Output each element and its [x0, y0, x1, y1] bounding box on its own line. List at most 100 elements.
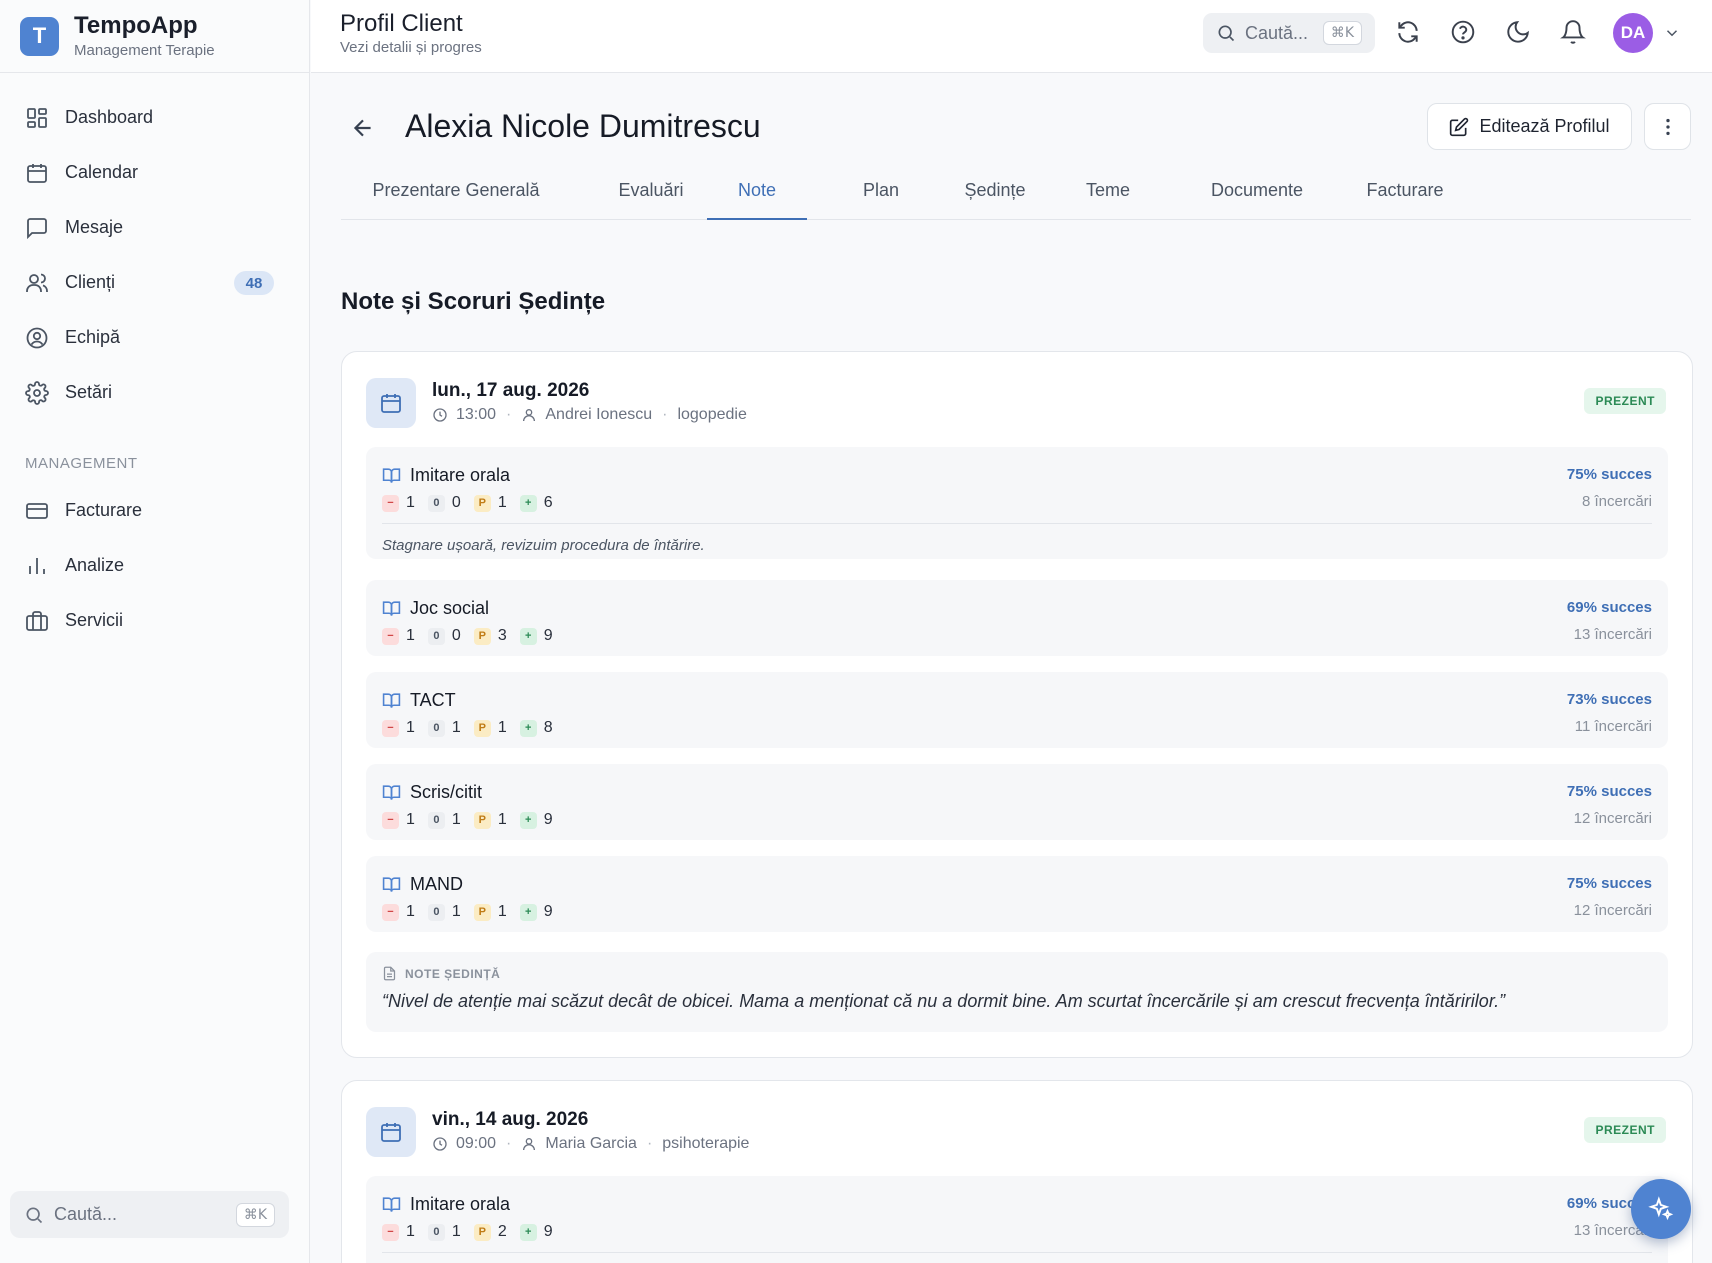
- session-notes-text: “Nivel de atenție mai scăzut decât de ob…: [382, 991, 1506, 1011]
- exercise-name: Joc social: [410, 598, 490, 618]
- sidebar-item-billing[interactable]: Facturare: [0, 483, 309, 538]
- score-count-plus: 6: [543, 494, 553, 511]
- sparkles-icon: [1648, 1196, 1674, 1221]
- score-count-zero: 0: [451, 494, 461, 511]
- tab-evaluations[interactable]: Evaluări: [591, 178, 711, 220]
- exercise-row: Joc social −1 00 P3 +9 69% succes 13 înc…: [366, 580, 1668, 656]
- divider: [382, 523, 1652, 524]
- gear-icon: [25, 380, 49, 405]
- profile-tabs: Prezentare Generală Evaluări Note Plan Ș…: [341, 178, 1691, 220]
- success-rate: 75% succes: [1566, 875, 1652, 892]
- tab-notes[interactable]: Note: [707, 178, 807, 220]
- exercise-title: MAND: [382, 874, 463, 895]
- score-chip-prompt: P: [473, 903, 491, 921]
- calendar-icon: [381, 1123, 401, 1142]
- success-rate: 73% succes: [1566, 691, 1652, 708]
- topbar: Profil Client Vezi detalii și progres Ca…: [311, 0, 1712, 73]
- session-meta: 13:00 · Andrei Ionescu · logopedie: [432, 406, 747, 424]
- user-icon: [523, 409, 536, 422]
- exercise-name: MAND: [410, 874, 463, 894]
- sidebar-item-messages[interactable]: Mesaje: [0, 200, 309, 255]
- score-chip-zero: 0: [427, 719, 445, 737]
- exercise-title: Scris/citit: [382, 782, 482, 803]
- refresh-icon[interactable]: [1395, 19, 1421, 45]
- document-icon: [383, 966, 396, 981]
- success-rate: 75% succes: [1566, 466, 1652, 483]
- score-chip-zero: 0: [427, 811, 445, 829]
- calendar-icon: [381, 394, 401, 413]
- score-count-prompt: 3: [497, 627, 507, 644]
- tab-sessions[interactable]: Ședințe: [935, 178, 1055, 220]
- session-card: vin., 14 aug. 2026 09:00 · Maria Garcia …: [341, 1080, 1693, 1263]
- sidebar-item-clients[interactable]: Clienți 48: [0, 255, 309, 310]
- sidebar-search[interactable]: Caută... ⌘K: [10, 1191, 289, 1238]
- back-arrow-icon[interactable]: [350, 115, 376, 141]
- score-count-minus: 1: [406, 627, 415, 644]
- exercise-title: Imitare orala: [382, 465, 510, 486]
- score-count-zero: 1: [451, 811, 461, 828]
- sidebar-item-label: Mesaje: [65, 217, 124, 237]
- score-count-plus: 9: [543, 811, 553, 828]
- score-chip-minus: −: [382, 903, 399, 921]
- session-time: 13:00: [456, 406, 497, 423]
- page-subtitle: Vezi detalii și progres: [340, 39, 482, 56]
- score-chip-prompt: P: [473, 494, 491, 512]
- sidebar-item-settings[interactable]: Setări: [0, 365, 309, 420]
- moon-icon[interactable]: [1505, 19, 1531, 45]
- meta-separator: ·: [662, 406, 668, 423]
- user-icon: [523, 1138, 536, 1151]
- avatar[interactable]: DA: [1613, 13, 1653, 53]
- tab-homework[interactable]: Teme: [1058, 178, 1158, 220]
- session-date: lun., 17 aug. 2026: [432, 380, 590, 401]
- sidebar-item-services[interactable]: Servicii: [0, 593, 309, 648]
- session-calendar-badge: [366, 378, 416, 428]
- sidebar-search-placeholder: Caută...: [54, 1204, 118, 1224]
- bell-icon[interactable]: [1560, 19, 1586, 45]
- search-icon: [26, 1207, 43, 1223]
- score-count-minus: 1: [406, 719, 415, 736]
- exercise-title: TACT: [382, 690, 456, 711]
- book-icon: [382, 1197, 401, 1212]
- tab-plan[interactable]: Plan: [831, 178, 931, 220]
- score-count-prompt: 1: [497, 719, 507, 736]
- status-badge: PREZENT: [1584, 388, 1666, 414]
- score-count-prompt: 1: [497, 903, 507, 920]
- exercise-title: Imitare orala: [382, 1194, 510, 1215]
- attempts-count: 12 încercări: [1573, 902, 1652, 919]
- session-therapist: Andrei Ionescu: [545, 406, 653, 423]
- more-options-button[interactable]: [1644, 103, 1691, 150]
- book-icon: [382, 601, 401, 616]
- score-chip-prompt: P: [473, 627, 491, 645]
- sidebar-item-dashboard[interactable]: Dashboard: [0, 90, 309, 145]
- sidebar-item-label: Echipă: [65, 327, 121, 347]
- edit-profile-label: Editează Profilul: [1479, 116, 1610, 136]
- exercise-scores: −1 00 P3 +9: [382, 627, 566, 645]
- score-chip-zero: 0: [427, 903, 445, 921]
- sidebar-item-label: Facturare: [65, 500, 143, 520]
- sidebar-section-management: MANAGEMENT: [25, 454, 138, 472]
- brand-logo: T: [20, 16, 59, 56]
- exercise-name: Imitare orala: [410, 465, 511, 485]
- tab-overview[interactable]: Prezentare Generală: [341, 178, 571, 220]
- help-icon[interactable]: [1450, 19, 1476, 45]
- session-header: lun., 17 aug. 2026 13:00 · Andrei Ionesc…: [342, 352, 1692, 448]
- tab-documents[interactable]: Documente: [1177, 178, 1337, 220]
- ai-assistant-button[interactable]: [1631, 1179, 1691, 1239]
- score-count-zero: 1: [451, 719, 461, 736]
- session-time: 09:00: [456, 1135, 497, 1152]
- search-input[interactable]: Caută... ⌘K: [1203, 13, 1375, 53]
- brand[interactable]: T TempoApp Management Terapie: [0, 0, 309, 73]
- sidebar-item-analytics[interactable]: Analize: [0, 538, 309, 593]
- edit-profile-button[interactable]: Editează Profilul: [1427, 103, 1632, 150]
- score-count-plus: 9: [543, 627, 553, 644]
- search-shortcut: ⌘K: [235, 1202, 275, 1227]
- chevron-down-icon[interactable]: [1663, 24, 1681, 42]
- sidebar-item-team[interactable]: Echipă: [0, 310, 309, 365]
- score-chip-zero: 0: [427, 494, 445, 512]
- exercise-scores: −1 01 P1 +9: [382, 903, 566, 921]
- sidebar-item-calendar[interactable]: Calendar: [0, 145, 309, 200]
- session-notes-label: NOTE ȘEDINȚĂ: [382, 966, 500, 981]
- main-content: Alexia Nicole Dumitrescu Editează Profil…: [311, 74, 1712, 1263]
- score-chip-plus: +: [519, 719, 537, 737]
- tab-billing[interactable]: Facturare: [1335, 178, 1475, 220]
